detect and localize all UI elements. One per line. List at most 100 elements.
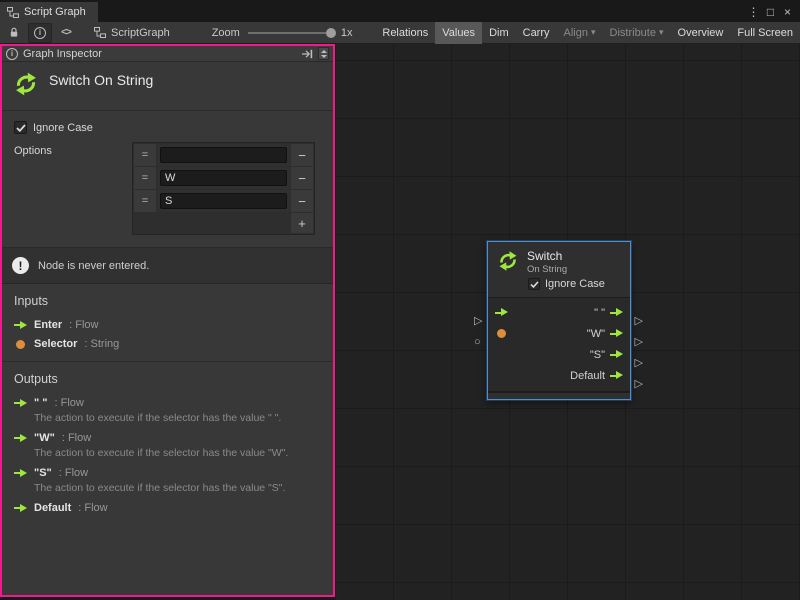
lock-button[interactable] [2,23,26,43]
port-name: "S" [34,467,52,479]
port-description: The action to execute if the selector ha… [2,447,333,463]
port-label: "S" [590,349,605,361]
option-input-0[interactable] [160,147,287,163]
option-field-wrap [157,167,290,189]
toolbar-button-overview[interactable]: Overview [671,22,731,44]
switch-icon [12,70,40,98]
options-list: = − = − [132,142,315,235]
unit-title-section: Switch On String [2,62,333,111]
flow-output-port[interactable] [610,308,623,317]
graph-toolbar: i <> ScriptGraph Zoom 1x Relations Value… [0,22,800,44]
window-controls: ⋮ □ × [746,5,800,22]
toolbar-button-dim[interactable]: Dim [482,22,516,44]
output-socket-default[interactable]: ▷ [635,379,643,390]
zoom-slider-handle[interactable] [326,28,336,38]
node-title: Switch [527,249,567,263]
check-icon [16,124,26,132]
info-icon: i [6,48,18,60]
node-titles: Switch On String [527,249,567,275]
remove-option-button[interactable]: − [291,144,313,166]
output-socket-w[interactable]: ▷ [635,337,643,348]
graph-canvas[interactable]: ▷ ○ ▷ ▷ ▷ ▷ Switch [335,44,800,600]
button-label: Dim [489,27,509,39]
node-header: Switch On String [488,242,630,276]
drag-handle-icon[interactable]: = [134,167,156,189]
node-footer [488,391,630,399]
outputs-header: Outputs [2,368,333,393]
port-name: " " [34,397,48,409]
input-port-enter: Enter : Flow [2,315,333,334]
switch-node-wrap: ▷ ○ ▷ ▷ ▷ ▷ Switch [473,241,645,400]
switch-icon [496,249,520,273]
titlebar: Script Graph ⋮ □ × [0,0,800,22]
option-row: = − [134,190,313,212]
switch-node[interactable]: Switch On String Ignore Case [487,241,631,400]
code-view-button[interactable]: <> [54,23,78,43]
close-icon[interactable]: × [780,5,795,19]
flow-arrow-icon [14,321,27,330]
toolbar-button-values[interactable]: Values [435,22,482,44]
selector-input-socket[interactable]: ○ [474,337,481,348]
chevron-down-icon: ▾ [591,27,596,38]
zoom-slider[interactable] [248,22,336,44]
scroll-up-icon [321,50,327,53]
output-port-default: Default : Flow [2,498,333,517]
main-area: i Graph Inspector Switch On String [0,44,800,600]
ignore-case-checkbox[interactable] [14,121,27,134]
toolbar-buttons: Relations Values Dim Carry Align▾ Distri… [375,22,800,44]
remove-option-button[interactable]: − [291,167,313,189]
toolbar-button-carry[interactable]: Carry [516,22,557,44]
option-input-1[interactable] [160,170,287,186]
graph-breadcrumb[interactable]: ScriptGraph [94,27,170,39]
port-description: The action to execute if the selector ha… [2,482,333,498]
zoom-slider-track [248,32,326,34]
output-port-w: "W" : Flow [2,428,333,447]
option-row: = − [134,167,313,189]
flow-output-port[interactable] [610,329,623,338]
option-input-2[interactable] [160,193,287,209]
inspector-toggle-button[interactable]: i [28,23,52,43]
menu-kebab-icon[interactable]: ⋮ [746,5,761,19]
flow-output-port[interactable] [610,371,623,380]
node-port-row: "W" [488,323,630,344]
zoom-value: 1x [341,27,353,39]
node-ignore-case-label: Ignore Case [545,278,605,290]
warning-banner: ! Node is never entered. [2,248,333,284]
input-port-selector: Selector : String [2,334,333,353]
toolbar-button-fullscreen[interactable]: Full Screen [730,22,800,44]
remove-option-button[interactable]: − [291,190,313,212]
unit-title: Switch On String [49,70,153,88]
maximize-icon[interactable]: □ [763,5,778,19]
port-type: : Flow [78,502,107,514]
option-row: = − [134,144,313,166]
flow-input-port[interactable] [495,308,508,317]
node-port-row: Default [488,365,630,386]
port-name: Enter [34,319,62,331]
output-socket-s[interactable]: ▷ [635,358,643,369]
node-ignore-case-checkbox[interactable] [528,278,540,290]
flow-arrow-icon [14,434,27,443]
drag-handle-icon[interactable]: = [134,190,156,212]
toolbar-button-align[interactable]: Align▾ [557,22,603,44]
tab-script-graph[interactable]: Script Graph [0,2,98,22]
script-graph-asset-icon [94,27,106,38]
port-type: : String [84,338,119,350]
output-socket-space[interactable]: ▷ [635,316,643,327]
check-icon [530,281,539,288]
flow-input-socket[interactable]: ▷ [474,316,482,327]
toolbar-button-relations[interactable]: Relations [375,22,435,44]
scroll-widget[interactable] [318,47,329,60]
selector-input-port[interactable] [497,329,506,338]
dock-icon[interactable] [301,49,313,59]
port-name: Selector [34,338,77,350]
button-label: Carry [523,27,550,39]
scroll-down-icon [321,55,327,58]
toolbar-button-distribute[interactable]: Distribute▾ [603,22,671,44]
port-type: : Flow [69,319,98,331]
add-option-button[interactable]: + [291,213,313,233]
port-type: : Flow [55,397,84,409]
drag-handle-icon[interactable]: = [134,144,156,166]
port-label: "W" [587,328,605,340]
flow-output-port[interactable] [610,350,623,359]
inspector-header: i Graph Inspector [2,46,333,62]
